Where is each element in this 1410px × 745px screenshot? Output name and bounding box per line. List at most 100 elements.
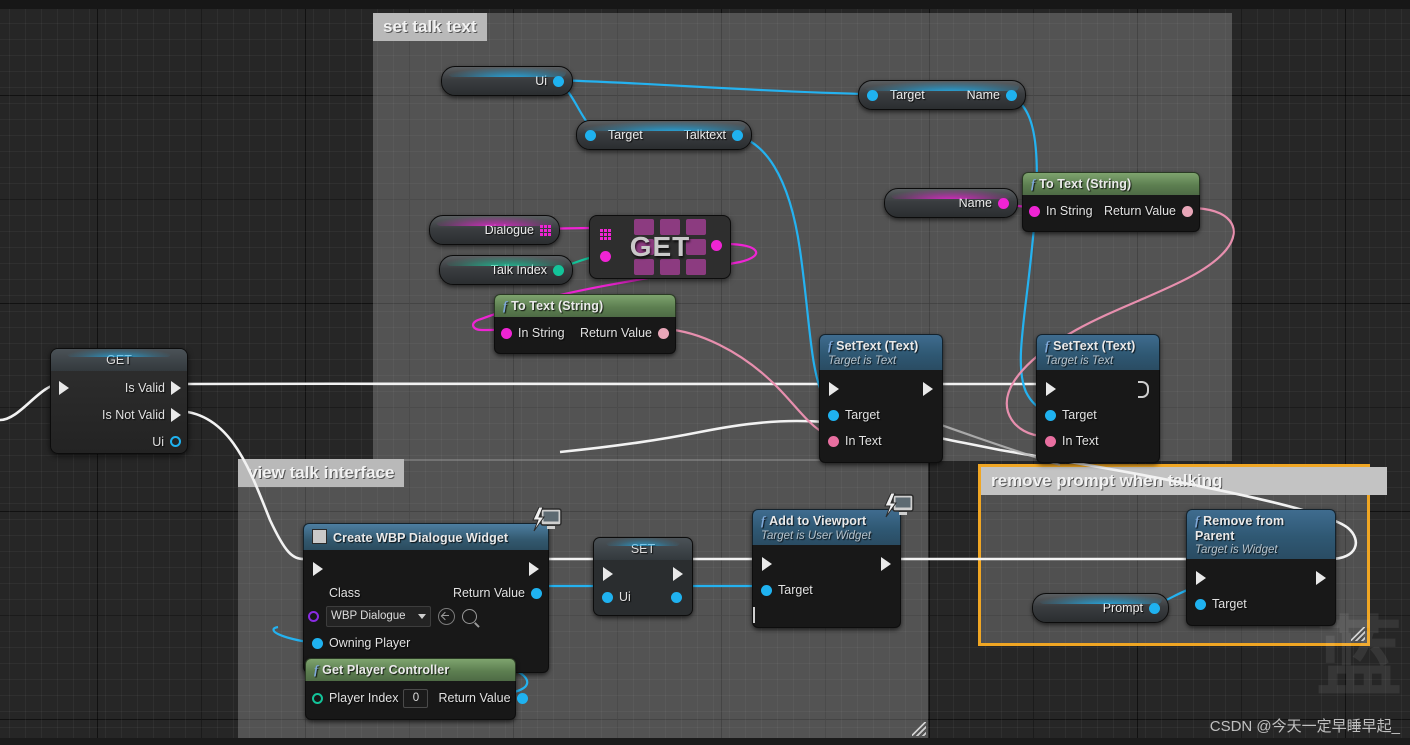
exec-out-pin[interactable] <box>923 382 933 396</box>
ui-object-pin[interactable] <box>170 436 181 447</box>
exec-out-pin[interactable] <box>673 567 683 581</box>
node-body: Ui <box>593 560 693 616</box>
array-index-input-pin[interactable] <box>600 251 611 262</box>
node-create-widget[interactable]: Create WBP Dialogue Widget Class Return … <box>303 506 562 673</box>
exec-out-pin[interactable] <box>1138 380 1149 398</box>
return-value-pin[interactable] <box>531 587 542 599</box>
comment-title: remove prompt when talking <box>981 467 1387 495</box>
node-title: SetText (Text) <box>836 339 919 353</box>
search-icon[interactable] <box>461 608 477 624</box>
pin-row: In String Return Value <box>1023 199 1199 223</box>
return-value-label: Return Value <box>579 326 652 340</box>
ui-input-pin[interactable] <box>602 591 613 603</box>
return-value-pin[interactable] <box>1182 205 1193 217</box>
node-to-text-string-left[interactable]: f To Text (String) In String Return Value <box>494 294 676 354</box>
watermark-logo: 蓝 <box>1316 610 1402 706</box>
node-body: In String Return Value <box>494 317 676 354</box>
pin-row <box>1037 376 1159 402</box>
getter-node-talktext[interactable]: Target Talktext <box>576 120 752 150</box>
in-text-pin[interactable] <box>1045 435 1056 447</box>
node-is-valid-macro[interactable]: GET Is Valid Is Not Valid Ui <box>50 348 188 454</box>
target-pin[interactable] <box>1195 598 1206 610</box>
node-title: Add to Viewport <box>769 514 867 528</box>
node-subtitle: Target is User Widget <box>761 530 872 542</box>
return-value-pin[interactable] <box>516 692 528 704</box>
node-header: f Remove from Parent Target is Widget <box>1186 509 1336 559</box>
in-text-pin[interactable] <box>828 435 839 447</box>
pin-row: In Text <box>820 428 942 454</box>
is-valid-exec-pin[interactable] <box>171 381 181 395</box>
class-input-pin[interactable] <box>308 610 319 622</box>
node-set-ui[interactable]: SET Ui <box>593 537 693 616</box>
variable-node-talk-index[interactable]: Talk Index <box>439 255 573 285</box>
return-value-label: Return Value <box>1103 204 1176 218</box>
node-get-player-controller[interactable]: f Get Player Controller Player Index 0 Re… <box>305 658 528 720</box>
pin-row: Target <box>753 577 900 603</box>
prompt-output-pin[interactable] <box>1149 602 1160 614</box>
variable-node-prompt[interactable]: Prompt <box>1032 593 1169 623</box>
node-body: Class Return Value WBP Dialogue Owning P… <box>303 550 549 673</box>
variable-label: Talk Index <box>490 263 547 277</box>
player-index-pin[interactable] <box>312 692 323 704</box>
exec-in-pin[interactable] <box>762 557 772 571</box>
variable-node-dialogue[interactable]: Dialogue <box>429 215 560 245</box>
getter-node-name[interactable]: Target Name <box>858 80 1026 110</box>
return-value-label: Return Value <box>438 691 511 705</box>
get-array-element-node[interactable]: GET <box>589 215 731 279</box>
node-set-text-1[interactable]: f SetText (Text) Target is Text Target In… <box>819 334 943 463</box>
is-not-valid-exec-pin[interactable] <box>171 407 181 422</box>
node-remove-from-parent[interactable]: f Remove from Parent Target is Widget Tar… <box>1186 509 1336 626</box>
target-input-pin[interactable] <box>585 129 596 141</box>
node-to-text-string-right[interactable]: f To Text (String) In String Return Value <box>1022 172 1200 232</box>
exec-in-pin[interactable] <box>603 567 613 581</box>
in-string-pin[interactable] <box>501 327 512 339</box>
dialogue-array-output-pin[interactable] <box>540 224 551 236</box>
ui-output-pin[interactable] <box>671 591 682 603</box>
function-icon: f <box>1195 514 1200 528</box>
name-output-pin[interactable] <box>1006 89 1017 101</box>
target-pin[interactable] <box>1045 409 1056 421</box>
return-value-pin[interactable] <box>658 327 669 339</box>
array-input-pin[interactable] <box>600 229 611 240</box>
target-pin[interactable] <box>828 409 839 421</box>
node-header: Create WBP Dialogue Widget <box>303 523 549 550</box>
target-label: Target <box>1062 408 1097 422</box>
exec-out-pin[interactable] <box>529 562 539 576</box>
player-index-input[interactable]: 0 <box>403 688 429 708</box>
exec-out-pin[interactable] <box>1316 571 1326 585</box>
target-pin[interactable] <box>761 584 772 596</box>
talktext-output-pin[interactable] <box>732 129 743 141</box>
exec-in-pin[interactable] <box>1046 382 1056 396</box>
node-add-to-viewport[interactable]: f Add to Viewport Target is User Widget T… <box>752 492 914 628</box>
name-output-pin[interactable] <box>998 197 1009 209</box>
pin-row: Class Return Value <box>304 582 548 604</box>
array-element-output-pin[interactable] <box>711 240 722 251</box>
ui-output-pin[interactable] <box>553 75 564 87</box>
exec-in-pin[interactable] <box>59 381 69 395</box>
in-string-label: In String <box>1046 204 1093 218</box>
node-title-bar: SET <box>593 537 693 560</box>
expand-chevron-icon[interactable] <box>753 607 755 623</box>
blueprint-graph-canvas[interactable]: set talk text view talk interface remove… <box>0 0 1410 745</box>
class-selector-row[interactable]: WBP Dialogue <box>304 604 548 628</box>
talk-index-output-pin[interactable] <box>553 264 564 276</box>
watermark-text: CSDN @今天一定早睡早起_ <box>1209 718 1400 735</box>
node-body: In String Return Value <box>1022 195 1200 232</box>
variable-node-name[interactable]: Name <box>884 188 1018 218</box>
owning-player-pin[interactable] <box>312 637 323 649</box>
variable-node-ui[interactable]: Ui <box>441 66 573 96</box>
exec-out-pin[interactable] <box>881 557 891 571</box>
browse-back-icon[interactable] <box>437 607 455 625</box>
widget-badge-icon <box>529 506 563 537</box>
in-string-pin[interactable] <box>1029 205 1040 217</box>
target-label: Target <box>608 128 643 142</box>
node-title: To Text (String) <box>511 299 604 313</box>
node-set-text-2[interactable]: f SetText (Text) Target is Text Target In… <box>1036 334 1160 463</box>
exec-in-pin[interactable] <box>313 562 323 576</box>
class-dropdown[interactable]: WBP Dialogue <box>326 605 431 627</box>
exec-in-pin[interactable] <box>1196 571 1206 585</box>
exec-in-pin[interactable] <box>829 382 839 396</box>
get-label: GET <box>629 231 691 262</box>
target-input-pin[interactable] <box>867 89 878 101</box>
comment-resize-handle[interactable] <box>912 722 926 736</box>
